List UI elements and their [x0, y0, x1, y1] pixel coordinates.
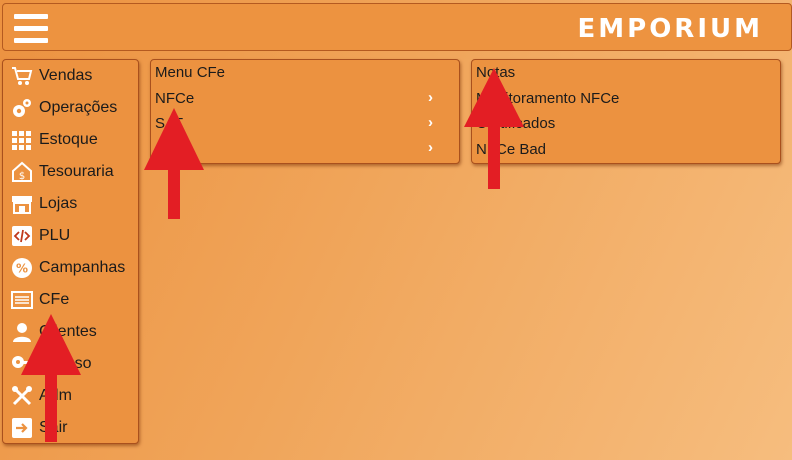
money-house-icon: $: [12, 161, 32, 182]
percent-badge-icon: %: [12, 258, 32, 278]
sidebar-item-lojas[interactable]: Lojas: [9, 190, 137, 218]
hamburger-icon[interactable]: [14, 14, 48, 44]
sidebar-item-cfe[interactable]: CFe: [9, 286, 137, 314]
sidebar-item-acesso[interactable]: Acesso: [9, 350, 137, 378]
svg-text:%: %: [16, 262, 28, 276]
submenu-item-label: Monitoramento NFCe: [476, 90, 620, 107]
sidebar-item-label: CFe: [39, 291, 70, 308]
chevron-right-icon: ›: [428, 114, 433, 131]
gears-icon: [13, 99, 31, 117]
sidebar-item-label: Clientes: [39, 323, 97, 340]
submenu-item-label: Certificados: [476, 115, 556, 132]
sidebar-item-campanhas[interactable]: % Campanhas: [9, 254, 137, 282]
sidebar-menu: Vendas Operações Estoque $ Tesouraria Lo…: [2, 59, 139, 444]
submenu-item-nfce[interactable]: NFCe ›: [155, 87, 453, 111]
submenu-item-label: NFCe: [155, 90, 195, 107]
submenu-item-label: Notas: [476, 64, 516, 81]
sidebar-item-vendas[interactable]: Vendas: [9, 62, 137, 90]
sidebar-item-label: Vendas: [39, 67, 93, 84]
sidebar-item-estoque[interactable]: Estoque: [9, 126, 137, 154]
submenu-item-label: SAT: [155, 115, 184, 132]
boxes-icon: [12, 131, 31, 150]
chevron-right-icon: ›: [428, 139, 433, 156]
store-icon: [12, 196, 32, 214]
sidebar-item-adm[interactable]: Adm: [9, 382, 137, 410]
submenu-item-label: Menu CFe: [155, 64, 226, 81]
top-bar: EMPORIUM: [2, 3, 792, 51]
submenu-item-hidden[interactable]: ›: [155, 137, 453, 161]
tools-icon: [12, 386, 32, 406]
sidebar-item-label: Adm: [39, 387, 72, 404]
sidebar-item-label: Campanhas: [39, 259, 126, 276]
submenu-item-label: NFCe Bad: [476, 141, 547, 158]
submenu-item-certificados[interactable]: Certificados: [476, 112, 774, 136]
sidebar-item-label: Sair: [39, 419, 68, 436]
sidebar-item-label: Acesso: [39, 355, 92, 372]
submenu-item-menu-cfe[interactable]: Menu CFe: [155, 61, 453, 85]
code-icon: [12, 226, 32, 246]
sidebar-item-label: Tesouraria: [39, 163, 114, 180]
sidebar-item-label: Estoque: [39, 131, 98, 148]
nfce-submenu: Notas Monitoramento NFCe Certificados NF…: [471, 59, 781, 164]
sidebar-item-tesouraria[interactable]: $ Tesouraria: [9, 158, 137, 186]
cart-icon: [12, 67, 33, 85]
sidebar-item-operacoes[interactable]: Operações: [9, 94, 137, 122]
sidebar-item-sair[interactable]: Sair: [9, 414, 137, 442]
submenu-item-sat[interactable]: SAT ›: [155, 112, 453, 136]
submenu-item-monitoramento-nfce[interactable]: Monitoramento NFCe: [476, 87, 774, 111]
sidebar-item-label: PLU: [39, 227, 71, 244]
sidebar-item-label: Operações: [39, 99, 118, 116]
submenu-item-notas[interactable]: Notas: [476, 61, 774, 85]
submenu-item-nfce-bad[interactable]: NFCe Bad: [476, 138, 774, 162]
sidebar-item-label: Lojas: [39, 195, 78, 212]
key-icon: [12, 356, 32, 368]
sidebar-item-plu[interactable]: PLU: [9, 222, 137, 250]
chevron-right-icon: ›: [428, 89, 433, 106]
sidebar-item-clientes[interactable]: Clientes: [9, 318, 137, 346]
brand-logo: EMPORIUM: [577, 14, 763, 44]
cfe-submenu: Menu CFe NFCe › SAT › ›: [150, 59, 460, 164]
user-icon: [13, 323, 31, 342]
svg-text:$: $: [19, 171, 25, 182]
receipt-icon: [11, 291, 33, 309]
exit-icon: [12, 418, 32, 438]
